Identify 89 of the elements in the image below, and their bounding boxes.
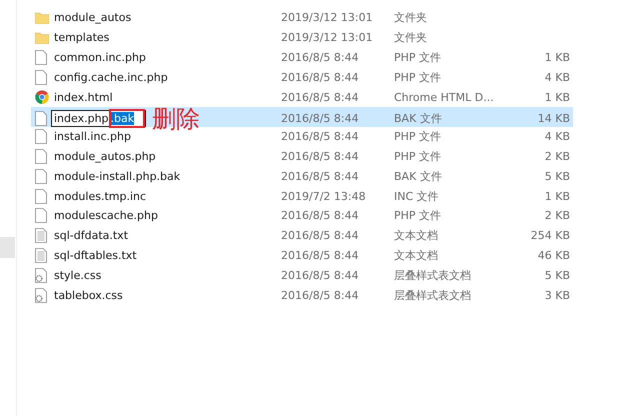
modified-date: 2016/8/5 8:44 — [281, 130, 360, 144]
file-name: common.inc.php — [54, 50, 146, 64]
modified-date: 2016/8/5 8:44 — [281, 112, 360, 126]
file-row[interactable]: templates 2019/3/12 13:01 文件夹 — [31, 28, 573, 48]
file-size: 1 KB — [544, 90, 570, 104]
file-icon — [35, 208, 47, 224]
file-size: 5 KB — [544, 170, 570, 183]
rename-field[interactable]: index.php .bak — [51, 110, 146, 128]
file-size: 2 KB — [544, 150, 570, 163]
file-name: index.html — [54, 90, 113, 104]
file-icon — [35, 148, 47, 164]
file-icon — [35, 50, 47, 65]
file-row[interactable]: common.inc.php 2016/8/5 8:44 PHP 文件 1 KB — [31, 48, 573, 68]
file-type: 文件夹 — [394, 30, 428, 46]
stylesheet-file-icon — [35, 268, 47, 283]
file-type: INC 文件 — [394, 188, 440, 204]
file-size: 5 KB — [544, 268, 570, 282]
file-row[interactable]: tablebox.css 2016/8/5 8:44 层叠样式表文档 3 KB — [31, 285, 573, 305]
file-type: 文件夹 — [394, 10, 428, 26]
file-name: sql-dfdata.txt — [54, 229, 128, 242]
file-name: style.css — [54, 268, 102, 282]
file-type: PHP 文件 — [394, 50, 442, 65]
modified-date: 2016/8/5 8:44 — [281, 268, 360, 282]
modified-date: 2016/8/5 8:44 — [281, 170, 360, 183]
file-type: PHP 文件 — [394, 148, 442, 164]
file-type: 文本文档 — [394, 228, 439, 244]
file-row[interactable]: modulescache.php 2016/8/5 8:44 PHP 文件 2 KB — [31, 206, 573, 226]
selected-extension: .bak — [110, 112, 134, 126]
file-type: BAK 文件 — [394, 111, 443, 126]
file-row[interactable]: sql-dftables.txt 2016/8/5 8:44 文本文档 46 KB — [31, 246, 573, 266]
folder-icon — [35, 32, 49, 44]
file-size: 46 KB — [536, 248, 570, 262]
modified-date: 2016/8/5 8:44 — [281, 50, 360, 64]
file-row[interactable]: module_autos 2019/3/12 13:01 文件夹 — [31, 8, 573, 28]
file-size: 4 KB — [544, 70, 570, 84]
file-name: modulescache.php — [54, 209, 158, 222]
file-size: 2 KB — [544, 209, 570, 222]
modified-date: 2016/8/5 8:44 — [281, 288, 360, 302]
stylesheet-file-icon — [35, 288, 47, 303]
file-icon — [35, 111, 47, 126]
modified-date: 2019/3/12 13:01 — [281, 11, 374, 24]
modified-date: 2016/8/5 8:44 — [281, 248, 360, 262]
file-row[interactable]: modules.tmp.inc 2019/7/2 13:48 INC 文件 1 KB — [31, 186, 573, 206]
file-size: 14 KB — [536, 112, 570, 126]
file-size: 4 KB — [544, 130, 570, 144]
file-name: module-install.php.bak — [54, 170, 180, 183]
file-size: 254 KB — [530, 229, 570, 242]
file-name: module_autos.php — [54, 150, 156, 163]
file-icon — [35, 188, 47, 204]
file-type: BAK 文件 — [394, 168, 443, 184]
modified-date: 2016/8/5 8:44 — [281, 209, 360, 222]
file-name: module_autos — [54, 11, 132, 24]
file-type: Chrome HTML D... — [394, 90, 495, 104]
modified-date: 2016/8/5 8:44 — [281, 70, 360, 84]
file-name: modules.tmp.inc — [54, 190, 146, 203]
text-file-icon — [35, 228, 47, 244]
modified-date: 2019/3/12 13:01 — [281, 31, 374, 44]
file-icon — [35, 168, 47, 184]
modified-date: 2016/8/5 8:44 — [281, 229, 360, 242]
modified-date: 2019/7/2 13:48 — [281, 190, 367, 203]
file-row[interactable]: style.css 2016/8/5 8:44 层叠样式表文档 5 KB — [31, 265, 573, 286]
file-size: 1 KB — [544, 50, 570, 64]
file-row[interactable]: index.html 2016/8/5 8:44 Chrome HTML D... 1 KB — [31, 87, 573, 107]
file-size: 1 KB — [544, 190, 570, 203]
folder-icon — [35, 12, 49, 24]
file-name: config.cache.inc.php — [54, 70, 168, 84]
file-name: tablebox.css — [54, 288, 123, 302]
modified-date: 2016/8/5 8:44 — [281, 150, 360, 163]
scroll-thumb[interactable] — [0, 237, 15, 258]
file-row[interactable]: module-install.php.bak 2016/8/5 8:44 BAK 文件 5 KB — [31, 166, 573, 186]
file-icon — [35, 129, 47, 144]
file-name: templates — [54, 31, 110, 44]
file-row[interactable]: module_autos.php 2016/8/5 8:44 PHP 文件 2 KB — [31, 146, 573, 166]
file-type: PHP 文件 — [394, 208, 442, 224]
file-icon — [35, 70, 47, 85]
file-row[interactable]: sql-dfdata.txt 2016/8/5 8:44 文本文档 254 KB — [31, 226, 573, 246]
file-type: 层叠样式表文档 — [394, 268, 472, 283]
browser-icon — [35, 90, 49, 104]
file-name: sql-dftables.txt — [54, 248, 137, 262]
file-name: index.php — [54, 112, 109, 126]
file-type: 层叠样式表文档 — [394, 288, 472, 303]
modified-date: 2016/8/5 8:44 — [281, 90, 360, 104]
text-file-icon — [35, 248, 47, 263]
file-row[interactable]: config.cache.inc.php 2016/8/5 8:44 PHP 文件 4 KB — [31, 67, 573, 88]
file-size: 3 KB — [544, 288, 570, 302]
file-type: 文本文档 — [394, 248, 439, 263]
file-type: PHP 文件 — [394, 129, 442, 144]
file-name: install.inc.php — [54, 130, 131, 144]
file-type: PHP 文件 — [394, 70, 442, 85]
